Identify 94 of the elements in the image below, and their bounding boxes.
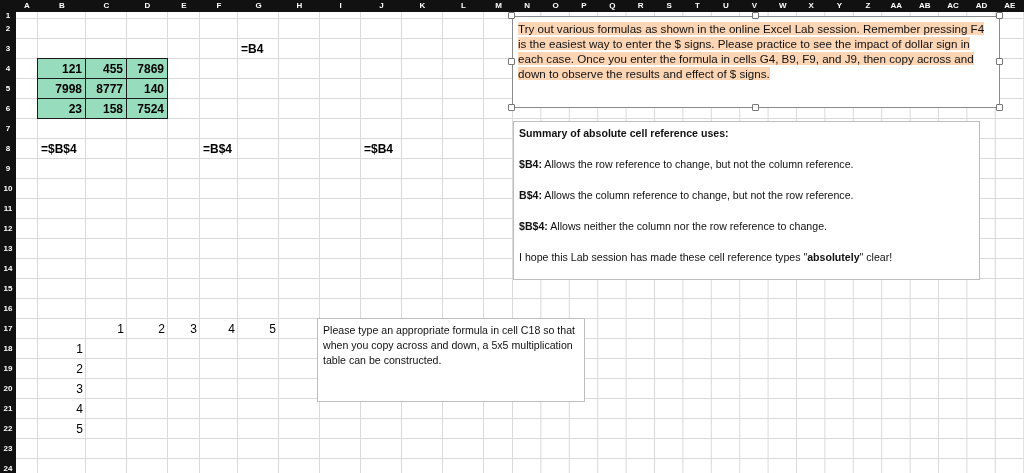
cell: 140 [126,78,168,99]
column-header[interactable]: X [796,0,826,12]
column-header[interactable]: A [16,0,38,12]
column-header[interactable]: S [654,0,684,12]
cell: 8777 [85,78,127,99]
row-header[interactable]: 17 [0,319,16,339]
cell-text: 3 [189,321,198,338]
cell-text: =B4 [240,41,265,58]
resize-handle[interactable] [996,58,1003,65]
text-box[interactable] [513,121,980,280]
cell-text: 2 [157,321,166,338]
row-header[interactable]: 14 [0,259,16,279]
column-header[interactable]: E [168,0,200,12]
row-header[interactable]: 3 [0,39,16,59]
row-header[interactable]: 19 [0,359,16,379]
cell-text: 1 [75,341,84,358]
row-header[interactable]: 4 [0,59,16,79]
row-header[interactable]: 21 [0,399,16,419]
column-header[interactable]: F [200,0,238,12]
column-header[interactable]: AA [882,0,911,12]
column-header[interactable]: U [711,0,741,12]
column-header[interactable]: K [402,0,443,12]
row-header[interactable]: 11 [0,199,16,219]
row-header[interactable]: 5 [0,79,16,99]
resize-handle[interactable] [508,58,515,65]
resize-handle[interactable] [508,12,515,19]
row-header[interactable]: 6 [0,99,16,119]
note-text: Try out various formulas as shown in the online Excel Lab session. Remember pressing F4 is the easiest way to enter the $ signs. Please practice to see the impact of dollar sign in each case. Once you enter the formula in cells G4, B9, F9, and J9, then copy across and down to observe the results and effect of $ signs. [518,21,986,81]
summary-heading: Summary of absolute cell reference uses: [519,126,730,141]
note-text: I hope this Lab session has made these cell reference types "absolutely" clear! [519,250,894,265]
resize-handle[interactable] [752,104,759,111]
note-text: Please type an appropriate formula in cell C18 so that when you copy across and down, a 5x5 multiplication table can be constructed. [323,323,577,368]
row-header[interactable]: 10 [0,179,16,199]
column-header[interactable]: M [484,0,513,12]
cell-text: =$B$4 [40,141,78,158]
cell-text: 4 [75,401,84,418]
cell-text: =B$4 [202,141,234,158]
row-header[interactable]: 9 [0,159,16,179]
cell-text: =$B4 [363,141,395,158]
row-header[interactable]: 16 [0,299,16,319]
row-header[interactable]: 12 [0,219,16,239]
row-header[interactable]: 20 [0,379,16,399]
column-header[interactable]: J [361,0,402,12]
row-header[interactable]: 7 [0,119,16,139]
column-header[interactable]: N [513,0,542,12]
row-header[interactable]: 15 [0,279,16,299]
column-header[interactable]: H [279,0,320,12]
cell-text: 1 [116,321,125,338]
cell-text: 4 [227,321,236,338]
column-header[interactable]: Z [853,0,883,12]
column-header[interactable]: D [127,0,168,12]
resize-handle[interactable] [996,104,1003,111]
column-header[interactable]: Q [598,0,627,12]
row-header[interactable]: 22 [0,419,16,439]
row-header[interactable]: 24 [0,459,16,473]
column-header[interactable]: W [768,0,797,12]
row-header[interactable]: 23 [0,439,16,459]
row-header[interactable]: 18 [0,339,16,359]
resize-handle[interactable] [752,12,759,19]
column-header[interactable]: B [38,0,86,12]
cell: 455 [85,58,127,79]
column-header[interactable]: C [86,0,127,12]
column-header[interactable]: P [569,0,599,12]
cell: 7524 [126,98,168,119]
row-header[interactable]: 2 [0,19,16,39]
column-header[interactable]: AE [995,0,1024,12]
text-box[interactable]: Please type an appropriate formula in cell C18 so that when you copy across and down, a 5x5 multiplication table can be constructed. [317,318,585,402]
resize-handle[interactable] [508,104,515,111]
cell-text: 5 [75,421,84,438]
column-header[interactable]: AC [938,0,968,12]
note-text: B$4: Allows the column reference to change, but not the row reference. [519,188,855,203]
cell: 23 [37,98,86,119]
note-text: $B$4: Allows neither the column nor the row reference to change. [519,219,828,234]
column-header[interactable]: O [541,0,570,12]
row-header[interactable]: 8 [0,139,16,159]
text-box[interactable] [512,16,1000,108]
column-header[interactable]: T [683,0,712,12]
note-text: $B4: Allows the row reference to change, but not the column reference. [519,157,855,172]
column-header[interactable]: AB [910,0,939,12]
row-header[interactable]: 13 [0,239,16,259]
column-header[interactable]: R [626,0,655,12]
cell: 158 [85,98,127,119]
column-header[interactable]: L [443,0,484,12]
cell: 7869 [126,58,168,79]
column-header[interactable]: I [320,0,361,12]
column-header[interactable]: G [238,0,279,12]
column-header[interactable]: Y [825,0,854,12]
column-header[interactable]: V [740,0,769,12]
cell-text: 5 [268,321,277,338]
cell-text: 3 [75,381,84,398]
cell-text: 2 [75,361,84,378]
row-header[interactable]: 1 [0,12,16,19]
column-header[interactable]: AD [967,0,996,12]
resize-handle[interactable] [996,12,1003,19]
